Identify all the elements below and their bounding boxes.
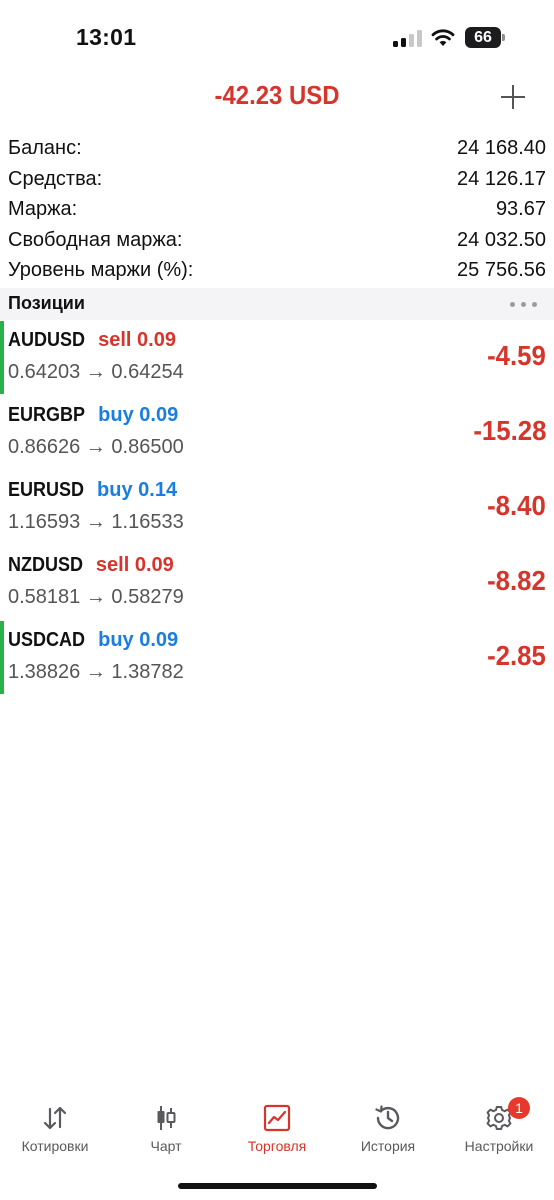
history-clock-icon (375, 1105, 400, 1130)
position-volume: 0.09 (137, 329, 176, 351)
tab-history[interactable]: История (333, 1095, 443, 1161)
position-symbol: EURUSD (8, 479, 85, 501)
position-indicator (0, 471, 4, 544)
free-margin-row: Свободная маржа: 24 032.50 (0, 225, 554, 256)
position-row[interactable]: EURGBP buy 0.09 0.86626 → 0.86500 -15.28 (0, 395, 554, 470)
settings-notification-badge: 1 (508, 1097, 530, 1119)
battery-icon: 66 (465, 27, 505, 48)
summary-value: 24 032.50 (457, 228, 546, 251)
trade-chart-icon (263, 1104, 291, 1132)
open-price: 1.16593 (8, 511, 81, 533)
quotes-arrows-icon (43, 1106, 67, 1130)
summary-label: Маржа: (8, 198, 78, 220)
position-volume: 0.09 (139, 629, 179, 651)
tab-settings[interactable]: 1 Настройки (444, 1095, 554, 1161)
bottom-tab-bar: Котировки Чарт Торговля История 1 Настро… (0, 1095, 554, 1165)
position-side: sell (95, 554, 130, 576)
open-price: 1.38826 (8, 661, 81, 683)
position-row[interactable]: NZDUSD sell 0.09 0.58181 → 0.58279 -8.82 (0, 545, 554, 620)
header: -42.23 USD (0, 78, 554, 118)
position-profit: -2.85 (487, 640, 546, 671)
battery-level: 66 (474, 29, 492, 46)
home-indicator (178, 1183, 377, 1189)
tab-chart[interactable]: Чарт (111, 1095, 221, 1161)
wifi-icon (431, 29, 455, 46)
summary-label: Свободная маржа: (8, 228, 183, 251)
position-profit: -8.40 (487, 490, 546, 521)
arrow-icon: → (85, 436, 106, 458)
add-order-button[interactable] (498, 82, 528, 112)
tab-trade[interactable]: Торговля (222, 1095, 332, 1161)
position-row[interactable]: AUDUSD sell 0.09 0.64203 → 0.64254 -4.59 (0, 320, 554, 395)
status-bar: 13:01 66 (0, 0, 554, 76)
position-symbol: NZDUSD (8, 554, 84, 576)
current-price: 0.64254 (111, 361, 184, 383)
tab-label: Котировки (21, 1138, 89, 1154)
account-summary: Баланс: 24 168.40 Средства: 24 126.17 Ма… (0, 133, 554, 286)
summary-label: Средства: (8, 167, 103, 190)
position-indicator (0, 321, 4, 394)
position-row[interactable]: USDCAD buy 0.09 1.38826 → 1.38782 -2.85 (0, 620, 554, 695)
margin-row: Маржа: 93.67 (0, 194, 554, 225)
open-price: 0.64203 (8, 361, 81, 383)
position-side: buy (97, 479, 133, 501)
tab-label: Чарт (150, 1138, 182, 1154)
position-symbol: AUDUSD (8, 329, 86, 351)
positions-list: AUDUSD sell 0.09 0.64203 → 0.64254 -4.59… (0, 320, 554, 695)
summary-label: Уровень маржи (%): (8, 259, 194, 281)
current-price: 0.86500 (111, 436, 184, 458)
summary-value: 24 168.40 (457, 137, 546, 159)
arrow-icon: → (85, 511, 106, 533)
more-options-icon[interactable] (510, 302, 538, 308)
open-price: 0.58181 (8, 586, 81, 608)
arrow-icon: → (85, 586, 106, 608)
position-profit: -15.28 (472, 415, 546, 446)
position-volume: 0.14 (138, 479, 178, 501)
position-row[interactable]: EURUSD buy 0.14 1.16593 → 1.16533 -8.40 (0, 470, 554, 545)
positions-title: Позиции (8, 293, 85, 313)
position-symbol: USDCAD (8, 629, 86, 651)
total-profit: -42.23 USD (214, 80, 340, 110)
position-indicator (0, 546, 4, 619)
position-indicator (0, 396, 4, 469)
position-indicator (0, 621, 4, 694)
position-side: sell (98, 329, 132, 351)
position-profit: -4.59 (487, 340, 546, 371)
cellular-signal-icon (393, 29, 425, 47)
tab-quotes[interactable]: Котировки (0, 1095, 110, 1161)
current-price: 1.16533 (111, 511, 184, 533)
position-symbol: EURGBP (8, 404, 86, 426)
positions-section-header: Позиции (0, 288, 554, 320)
balance-row: Баланс: 24 168.40 (0, 133, 554, 164)
arrow-icon: → (85, 661, 106, 683)
position-volume: 0.09 (139, 404, 179, 426)
candlestick-icon (157, 1106, 176, 1130)
tab-label: Торговля (247, 1138, 307, 1154)
tab-label: История (360, 1138, 416, 1154)
open-price: 0.86626 (8, 436, 81, 458)
current-price: 0.58279 (111, 586, 184, 608)
status-time: 13:01 (76, 24, 137, 50)
summary-label: Баланс: (8, 137, 82, 159)
current-price: 1.38782 (111, 661, 184, 683)
position-volume: 0.09 (134, 554, 174, 576)
position-profit: -8.82 (487, 565, 546, 596)
position-side: buy (98, 629, 134, 651)
arrow-icon: → (85, 361, 106, 383)
position-side: buy (98, 404, 134, 426)
margin-level-row: Уровень маржи (%): 25 756.56 (0, 255, 554, 286)
summary-value: 93.67 (495, 198, 546, 220)
tab-label: Настройки (464, 1138, 534, 1154)
equity-row: Средства: 24 126.17 (0, 164, 554, 195)
summary-value: 25 756.56 (457, 259, 546, 281)
trade-screen: 13:01 66 -42.23 USD Баланс: 24 168.40 Ср… (0, 0, 554, 1200)
summary-value: 24 126.17 (457, 167, 546, 190)
